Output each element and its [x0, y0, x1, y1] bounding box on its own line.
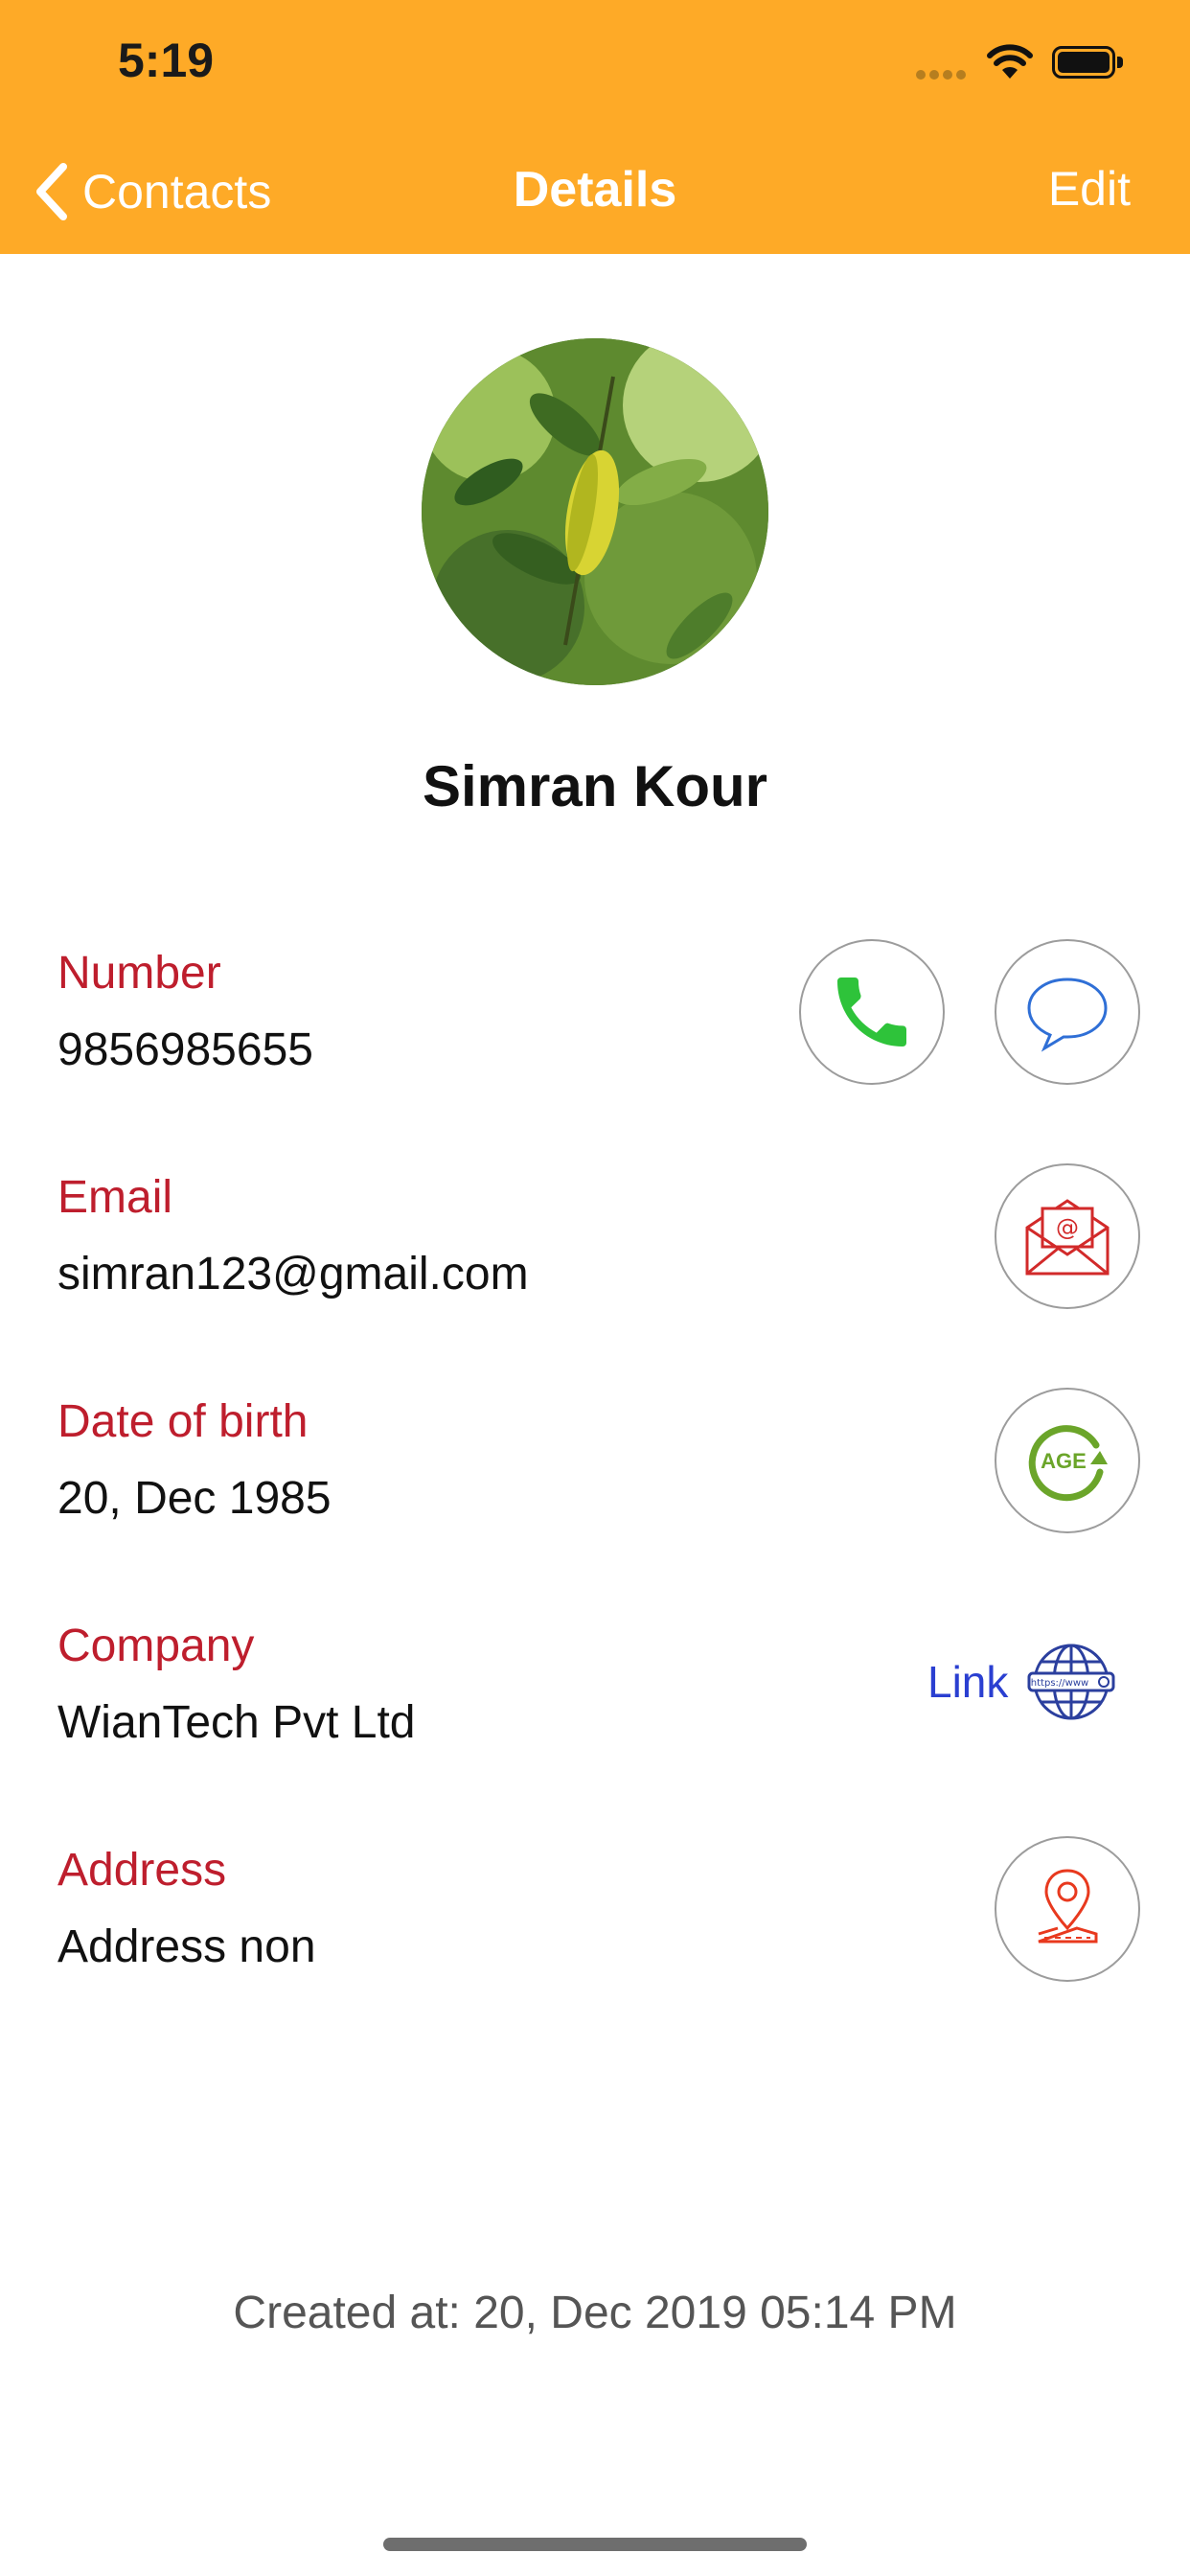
edit-button[interactable]: Edit [1048, 161, 1131, 217]
message-button[interactable] [995, 939, 1140, 1085]
number-label: Number [57, 948, 221, 999]
svg-text:https://www: https://www [1031, 1678, 1088, 1689]
phone-icon [837, 978, 906, 1046]
message-bubble-icon [1027, 978, 1108, 1052]
home-indicator[interactable] [383, 2538, 807, 2551]
email-value: simran123@gmail.com [57, 1249, 529, 1300]
address-label: Address [57, 1845, 227, 1896]
page-title: Details [513, 162, 677, 218]
map-button[interactable] [995, 1836, 1140, 1982]
website-link[interactable]: Link https://www [927, 1641, 1115, 1723]
battery-icon [1052, 46, 1125, 80]
avatar [422, 338, 768, 685]
address-value: Address non [57, 1921, 316, 1972]
globe-www-icon: https://www [1027, 1644, 1115, 1720]
call-button[interactable] [799, 939, 945, 1085]
company-label: Company [57, 1621, 255, 1671]
email-label: Email [57, 1172, 173, 1223]
age-icon: AGE [1028, 1425, 1108, 1502]
created-at-text: Created at: 20, Dec 2019 05:14 PM [233, 2288, 957, 2338]
nav-header: 5:19 Contacts Details Edit [0, 0, 1190, 254]
dob-value: 20, Dec 1985 [57, 1473, 332, 1524]
map-pin-icon [1038, 1869, 1098, 1944]
dob-label: Date of birth [57, 1396, 309, 1447]
wifi-icon [987, 44, 1033, 79]
status-time: 5:19 [118, 34, 215, 87]
link-label[interactable]: Link [927, 1656, 1008, 1708]
company-value: WianTech Pvt Ltd [57, 1697, 416, 1748]
svg-text:AGE: AGE [1041, 1449, 1087, 1473]
svg-text:@: @ [1056, 1214, 1079, 1241]
envelope-at-icon: @ [1025, 1199, 1110, 1276]
number-value: 9856985655 [57, 1024, 313, 1075]
age-button[interactable]: AGE [995, 1388, 1140, 1533]
contact-name: Simran Kour [422, 754, 768, 818]
email-button[interactable]: @ [995, 1163, 1140, 1309]
cellular-signal-icon [916, 67, 970, 84]
